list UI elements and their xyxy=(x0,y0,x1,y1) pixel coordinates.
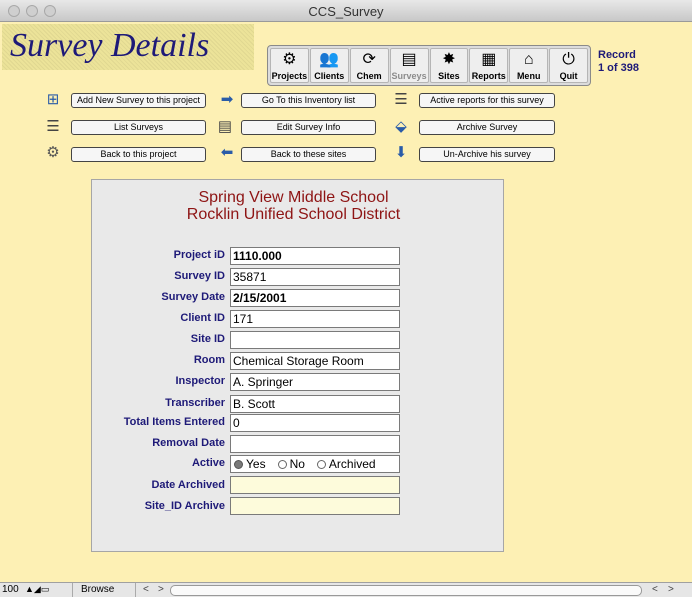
active-archived-option[interactable]: Archived xyxy=(316,456,376,472)
survey-date-field[interactable]: 2/15/2001 xyxy=(230,289,400,307)
inspector-field[interactable]: A. Springer xyxy=(230,373,400,391)
school-district: Rocklin Unified School District xyxy=(186,206,401,223)
back-to-sites-button[interactable]: Back to these sites xyxy=(241,147,376,162)
radio-empty-icon xyxy=(277,459,287,469)
scroll-right-end-icon[interactable]: > xyxy=(668,583,674,597)
house-icon: ⌂ xyxy=(523,51,534,68)
list-surveys-button[interactable]: List Surveys xyxy=(71,120,206,135)
window-titlebar: CCS_Survey xyxy=(0,0,692,22)
go-to-inventory-button[interactable]: Go To this Inventory list xyxy=(241,93,376,108)
status-bar: 100 ▲◢▭ Browse < > < > xyxy=(0,582,692,597)
school-header: Spring View Middle School Rocklin Unifie… xyxy=(91,189,496,223)
transcriber-field[interactable]: B. Scott xyxy=(230,395,400,413)
horizontal-scrollbar[interactable] xyxy=(170,585,642,596)
school-name: Spring View Middle School xyxy=(198,189,389,206)
project-id-field[interactable]: 1110.000 xyxy=(230,247,400,265)
survey-id-field[interactable]: 35871 xyxy=(230,268,400,286)
archive-survey-button[interactable]: Archive Survey xyxy=(419,120,555,135)
arrow-right-icon: ➡ xyxy=(220,91,234,108)
nav-surveys[interactable]: ▤ Surveys xyxy=(389,48,429,83)
inspector-label: Inspector xyxy=(175,375,225,387)
client-id-label: Client ID xyxy=(180,312,225,324)
room-field[interactable]: Chemical Storage Room xyxy=(230,352,400,370)
window-title: CCS_Survey xyxy=(308,4,384,19)
survey-icon: ▤ xyxy=(401,51,417,68)
list-icon: ☰ xyxy=(394,91,408,108)
total-items-label: Total Items Entered xyxy=(123,416,225,428)
zoom-level[interactable]: 100 xyxy=(2,584,19,595)
archive-icon: ⬙ xyxy=(395,118,407,135)
page-title: Survey Details xyxy=(2,24,254,70)
scroll-left-icon[interactable]: < xyxy=(143,583,149,597)
total-items-field[interactable]: 0 xyxy=(230,414,400,432)
add-survey-icon: ⊞ xyxy=(46,91,60,108)
record-indicator: Record 1 of 398 xyxy=(598,49,639,75)
unarchive-survey-button[interactable]: Un-Archive his survey xyxy=(419,147,555,162)
room-label: Room xyxy=(193,354,225,366)
active-label: Active xyxy=(191,457,225,469)
zoom-controls-icon[interactable]: ▲◢▭ xyxy=(25,584,49,595)
add-new-survey-button[interactable]: Add New Survey to this project xyxy=(71,93,206,108)
date-archived-label: Date Archived xyxy=(151,479,225,491)
project-id-label: Project iD xyxy=(173,249,225,261)
gear-icon: ⚙ xyxy=(282,51,297,68)
nav-toolbar: ⚙ Projects 👥 Clients ⟳ Chem ▤ Surveys ✸ Sites… xyxy=(267,45,591,86)
gear-icon: ⚙ xyxy=(46,144,60,161)
site-id-archive-label: Site_ID Archive xyxy=(144,500,225,512)
nav-chem[interactable]: ⟳ Chem xyxy=(349,48,389,83)
report-icon: ▦ xyxy=(481,51,497,68)
removal-date-field[interactable] xyxy=(230,435,400,453)
removal-date-label: Removal Date xyxy=(152,437,225,449)
site-id-field[interactable] xyxy=(230,331,400,349)
transcriber-label: Transcriber xyxy=(165,397,225,409)
people-icon: 👥 xyxy=(319,51,340,68)
scroll-right-icon[interactable]: > xyxy=(158,583,164,597)
quit-icon: ⏻ xyxy=(562,51,575,68)
starburst-icon: ✸ xyxy=(442,51,456,68)
nav-reports[interactable]: ▦ Reports xyxy=(469,48,509,83)
site-id-label: Site ID xyxy=(190,333,225,345)
arrow-left-icon: ⬅ xyxy=(220,144,234,161)
back-to-project-button[interactable]: Back to this project xyxy=(71,147,206,162)
nav-clients[interactable]: 👥 Clients xyxy=(309,48,349,83)
active-no-option[interactable]: No xyxy=(277,456,305,472)
record-label: Record xyxy=(598,49,636,61)
active-yes-option[interactable]: Yes xyxy=(234,456,266,472)
nav-quit[interactable]: ⏻ Quit xyxy=(549,48,588,83)
nav-projects[interactable]: ⚙ Projects xyxy=(270,48,309,83)
record-position: 1 of 398 xyxy=(598,62,639,74)
radio-empty-icon xyxy=(316,459,326,469)
nav-menu[interactable]: ⌂ Menu xyxy=(509,48,549,83)
date-archived-field[interactable] xyxy=(230,476,400,494)
active-reports-button[interactable]: Active reports for this survey xyxy=(419,93,555,108)
radio-selected-icon xyxy=(234,459,243,469)
scroll-left-end-icon[interactable]: < xyxy=(652,583,658,597)
client-id-field[interactable]: 171 xyxy=(230,310,400,328)
nav-sites[interactable]: ✸ Sites xyxy=(429,48,469,83)
edit-survey-info-button[interactable]: Edit Survey Info xyxy=(241,120,376,135)
list-icon: ☰ xyxy=(46,118,60,135)
active-radio-group: Yes No Archived xyxy=(230,455,400,473)
unarchive-icon: ⬇ xyxy=(394,144,408,161)
chem-icon: ⟳ xyxy=(362,51,376,68)
survey-id-label: Survey ID xyxy=(174,270,225,282)
edit-survey-icon: ▤ xyxy=(217,118,233,135)
site-id-archive-field[interactable] xyxy=(230,497,400,515)
survey-date-label: Survey Date xyxy=(161,291,225,303)
mode-indicator[interactable]: Browse xyxy=(72,583,136,597)
